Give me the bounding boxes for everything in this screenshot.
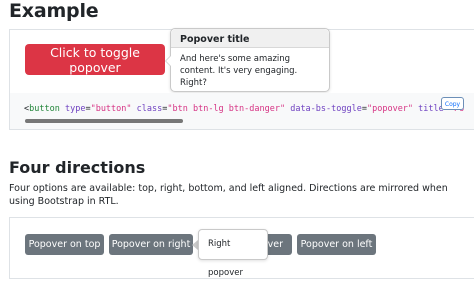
right-popover: Right popover: [198, 229, 268, 278]
four-directions-heading: Four directions: [9, 158, 146, 177]
example-heading: Example: [9, 0, 99, 22]
code-tag: button: [29, 104, 60, 114]
code-scrollbar[interactable]: [25, 119, 183, 123]
code-attr: title: [418, 104, 444, 114]
popover: Popover title And here's some amazing co…: [165, 28, 330, 92]
code-snippet: <button type="button" class="btn btn-lg …: [24, 104, 464, 114]
code-attr: data-bs-toggle: [290, 104, 362, 114]
code-value: "btn btn-lg btn-danger": [167, 104, 286, 114]
code-value: "button": [90, 104, 132, 114]
popover-body: And here's some amazing content. It's ve…: [180, 54, 298, 88]
popover-left-button[interactable]: Popover on left: [297, 234, 376, 255]
four-directions-description: Four options are available: top, right, …: [9, 183, 448, 207]
popover-top-button[interactable]: Popover on top: [25, 234, 104, 255]
popover-title: Popover title: [171, 29, 329, 48]
popover-right-button[interactable]: Popover on right: [109, 234, 193, 255]
code-attr: type: [64, 104, 86, 114]
toggle-popover-button[interactable]: Click to toggle popover: [25, 44, 165, 75]
copy-button[interactable]: Copy: [441, 97, 464, 110]
code-value: "popover": [366, 104, 414, 114]
code-attr: class: [136, 104, 163, 114]
popover-arrow: [165, 55, 171, 67]
